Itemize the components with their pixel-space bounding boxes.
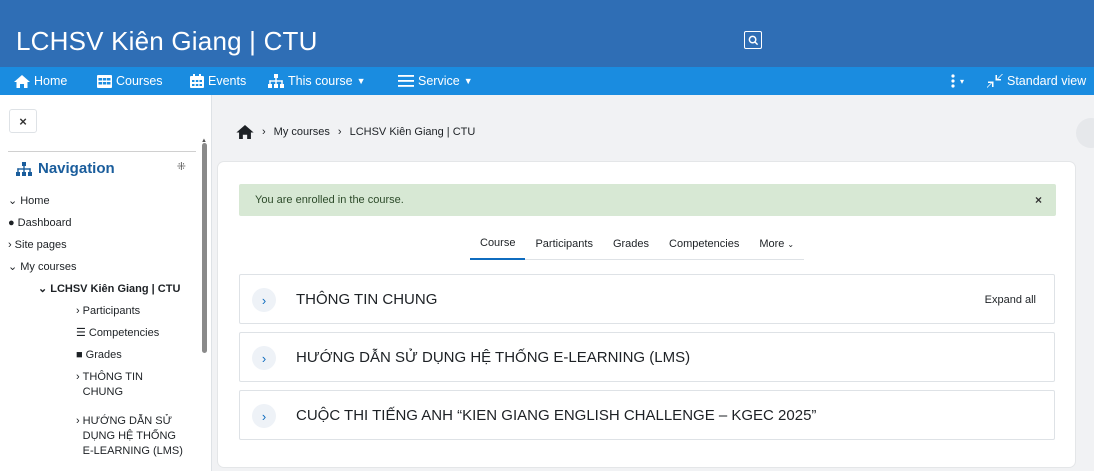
section-title[interactable]: THÔNG TIN CHUNG bbox=[296, 291, 437, 308]
nav-service-label: Service bbox=[418, 74, 460, 88]
tree-item-section-2[interactable]: › HƯỚNG DẪN SỬ DỤNG HỆ THỐNG E-LEARNING (… bbox=[76, 414, 186, 459]
chevron-down-icon: ⌄ bbox=[8, 195, 18, 207]
tree-item-label: THÔNG TIN CHUNG bbox=[82, 371, 143, 398]
tab-participants[interactable]: Participants bbox=[525, 228, 602, 260]
tree-item-competencies[interactable]: ☰ Competencies bbox=[76, 326, 159, 341]
nav-this-course-label: This course bbox=[288, 74, 353, 88]
compress-icon bbox=[987, 74, 1003, 88]
home-icon bbox=[14, 74, 30, 88]
tab-grades[interactable]: Grades bbox=[603, 228, 659, 260]
block-drawer-toggle[interactable] bbox=[1076, 118, 1094, 148]
nav-home-label: Home bbox=[34, 74, 68, 88]
sitemap-icon bbox=[268, 74, 284, 88]
chevron-right-icon: › bbox=[261, 350, 267, 366]
nav-courses[interactable]: Courses bbox=[97, 67, 163, 95]
tree-item-label: Competencies bbox=[88, 327, 160, 339]
navigation-title-label: Navigation bbox=[38, 160, 115, 177]
tree-item-dashboard[interactable]: ● Dashboard bbox=[8, 216, 71, 231]
nav-home[interactable]: Home bbox=[14, 67, 67, 95]
tree-item-label: Participants bbox=[82, 305, 141, 317]
search-icon[interactable] bbox=[744, 31, 762, 49]
tree-item-my-courses[interactable]: ⌄ My courses bbox=[8, 260, 76, 275]
tab-competencies[interactable]: Competencies bbox=[659, 228, 749, 260]
chevron-right-icon: › bbox=[262, 126, 266, 138]
sidebar-scrollbar[interactable] bbox=[202, 143, 207, 353]
tree-item-label: Dashboard bbox=[17, 217, 72, 229]
standard-view-label: Standard view bbox=[1007, 74, 1087, 88]
collapse-block-icon[interactable]: ⁜ bbox=[177, 160, 186, 173]
course-section: › HƯỚNG DẪN SỬ DỤNG HỆ THỐNG E-LEARNING … bbox=[239, 332, 1055, 382]
alert-close-button[interactable]: × bbox=[1035, 193, 1042, 207]
tab-more-label: More bbox=[759, 238, 785, 250]
nav-events-label: Events bbox=[208, 74, 247, 88]
section-title[interactable]: HƯỚNG DẪN SỬ DỤNG HỆ THỐNG E-LEARNING (L… bbox=[296, 349, 690, 366]
sitemap-icon bbox=[16, 161, 32, 176]
tree-item-label: My courses bbox=[20, 261, 77, 273]
kebab-menu-button[interactable]: ▾ bbox=[950, 67, 964, 95]
caret-down-icon: ▼ bbox=[356, 76, 366, 86]
caret-down-icon: ▾ bbox=[960, 76, 965, 86]
tree-item-site-pages[interactable]: › Site pages bbox=[8, 238, 67, 253]
chevron-right-icon: › bbox=[76, 305, 80, 317]
section-toggle-button[interactable]: › bbox=[252, 288, 276, 312]
calendar-icon bbox=[190, 74, 204, 88]
section-toggle-button[interactable]: › bbox=[252, 346, 276, 370]
caret-down-icon: ▼ bbox=[463, 76, 473, 86]
site-header: LCHSV Kiên Giang | CTU bbox=[0, 0, 1094, 67]
tree-item-label: Home bbox=[20, 195, 50, 207]
breadcrumb: › My courses › LCHSV Kiên Giang | CTU bbox=[228, 120, 484, 144]
primary-navbar: Home Courses Events This course ▼ Servic… bbox=[0, 67, 1094, 95]
chevron-right-icon: › bbox=[337, 126, 342, 138]
dashboard-icon: ● bbox=[8, 217, 15, 229]
navigation-block: Navigation ⁜ ⌄ Home ● Dashboard › Site page… bbox=[8, 151, 196, 471]
site-title[interactable]: LCHSV Kiên Giang | CTU bbox=[16, 26, 318, 57]
section-title[interactable]: CUỘC THI TIẾNG ANH “KIEN GIANG ENGLISH C… bbox=[296, 407, 816, 424]
course-secondary-nav: Course Participants Grades Competencies … bbox=[470, 228, 805, 260]
alert-message: You are enrolled in the course. bbox=[255, 194, 404, 206]
table-icon bbox=[97, 74, 112, 88]
chevron-right-icon: › bbox=[76, 371, 80, 383]
standard-view-toggle[interactable]: Standard view bbox=[987, 67, 1086, 95]
tree-item-label: Site pages bbox=[14, 239, 67, 251]
nav-service[interactable]: Service ▼ bbox=[398, 67, 473, 95]
nav-courses-label: Courses bbox=[116, 74, 163, 88]
nav-this-course[interactable]: This course ▼ bbox=[268, 67, 366, 95]
chevron-right-icon: › bbox=[76, 415, 80, 427]
chevron-down-icon: ⌄ bbox=[787, 239, 795, 249]
course-section: › THÔNG TIN CHUNG Expand all bbox=[239, 274, 1055, 324]
tree-item-grades[interactable]: ■ Grades bbox=[76, 348, 122, 363]
breadcrumb-current-course[interactable]: LCHSV Kiên Giang | CTU bbox=[350, 126, 476, 138]
tree-item-participants[interactable]: › Participants bbox=[76, 304, 140, 319]
chevron-right-icon: › bbox=[8, 239, 12, 251]
nav-events[interactable]: Events bbox=[190, 67, 246, 95]
vertical-dots-icon bbox=[951, 74, 955, 88]
chevron-right-icon: › bbox=[261, 408, 267, 424]
chevron-down-icon: ⌄ bbox=[38, 283, 48, 295]
course-section: › CUỘC THI TIẾNG ANH “KIEN GIANG ENGLISH… bbox=[239, 390, 1055, 440]
navigation-block-title: Navigation bbox=[16, 160, 115, 177]
menu-icon bbox=[398, 75, 414, 87]
enrolment-alert: You are enrolled in the course. × bbox=[239, 184, 1056, 216]
tree-item-section-1[interactable]: › THÔNG TIN CHUNG bbox=[76, 370, 176, 400]
tree-item-label: Grades bbox=[85, 349, 122, 361]
expand-all-link[interactable]: Expand all bbox=[985, 294, 1036, 306]
home-icon[interactable] bbox=[236, 125, 254, 139]
tree-item-home[interactable]: ⌄ Home bbox=[8, 194, 50, 209]
section-toggle-button[interactable]: › bbox=[252, 404, 276, 428]
tree-item-label: LCHSV Kiên Giang | CTU bbox=[50, 283, 181, 295]
tab-more[interactable]: More ⌄ bbox=[749, 228, 804, 260]
tree-item-current-course[interactable]: ⌄ LCHSV Kiên Giang | CTU bbox=[38, 282, 180, 297]
breadcrumb-my-courses[interactable]: My courses bbox=[274, 126, 330, 138]
tab-course[interactable]: Course bbox=[470, 228, 526, 260]
chevron-right-icon: › bbox=[261, 292, 267, 308]
close-drawer-button[interactable]: × bbox=[9, 109, 37, 133]
clipboard-icon: ■ bbox=[76, 349, 83, 361]
chevron-down-icon: ⌄ bbox=[8, 261, 18, 273]
list-icon: ☰ bbox=[76, 327, 86, 339]
navigation-drawer: × ▲ Navigation ⁜ ⌄ Home ● Dashboard › Site … bbox=[0, 95, 212, 471]
tree-item-label: HƯỚNG DẪN SỬ DỤNG HỆ THỐNG E-LEARNING (L… bbox=[82, 415, 183, 457]
